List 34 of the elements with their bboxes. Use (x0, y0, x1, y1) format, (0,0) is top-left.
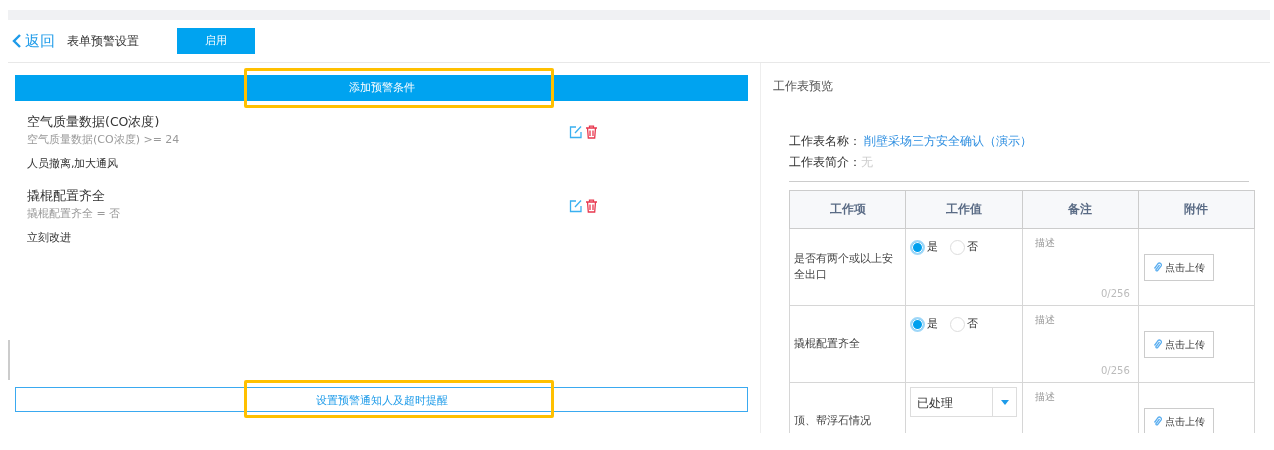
upload-button[interactable]: 点击上传 (1143, 254, 1214, 281)
character-counter: 0/256 (1100, 364, 1130, 378)
paperclip-icon (1152, 339, 1162, 350)
delete-icon[interactable] (585, 199, 598, 213)
condition-name: 撬棍配置齐全 (27, 187, 106, 205)
character-counter: 0/256 (1100, 287, 1130, 301)
upload-button[interactable]: 点击上传 (1143, 331, 1214, 358)
chevron-left-icon (12, 34, 22, 48)
column-header: 备注 (1022, 190, 1139, 229)
paperclip-icon (1152, 262, 1162, 273)
condition-action: 人员撤离,加大通风 (27, 156, 120, 173)
intro-label: 工作表简介： (789, 155, 861, 169)
condition-action: 立刻改进 (27, 230, 72, 247)
page-title: 表单预警设置 (67, 33, 139, 50)
condition-rule: 撬棍配置齐全 = 否 (27, 205, 121, 222)
table-cell: 顶、帮浮石情况 (789, 382, 906, 433)
column-header: 附件 (1138, 190, 1255, 229)
condition-name: 空气质量数据(CO浓度) (27, 113, 161, 131)
condition-rule: 空气质量数据(CO浓度) >= 24 (27, 131, 180, 148)
worksheet-name[interactable]: 削壁采场三方安全确认（演示） (864, 134, 1032, 148)
delete-icon[interactable] (585, 125, 598, 139)
edit-icon[interactable] (569, 125, 582, 139)
scrollbar[interactable] (8, 340, 10, 380)
column-header: 工作值 (905, 190, 1022, 229)
caret-icon (1000, 399, 1009, 405)
dropdown[interactable]: 已处理 (910, 387, 1018, 417)
table-cell: 是否有两个或以上安全出口 (789, 228, 906, 306)
paperclip-icon (1152, 416, 1162, 427)
edit-icon[interactable] (569, 199, 582, 213)
panel-title: 工作表预览 (773, 78, 834, 95)
table-cell: 撬棍配置齐全 (789, 305, 906, 383)
name-label: 工作表名称： (789, 134, 861, 148)
upload-button[interactable]: 点击上传 (1143, 408, 1214, 433)
column-header: 工作项 (789, 190, 906, 229)
